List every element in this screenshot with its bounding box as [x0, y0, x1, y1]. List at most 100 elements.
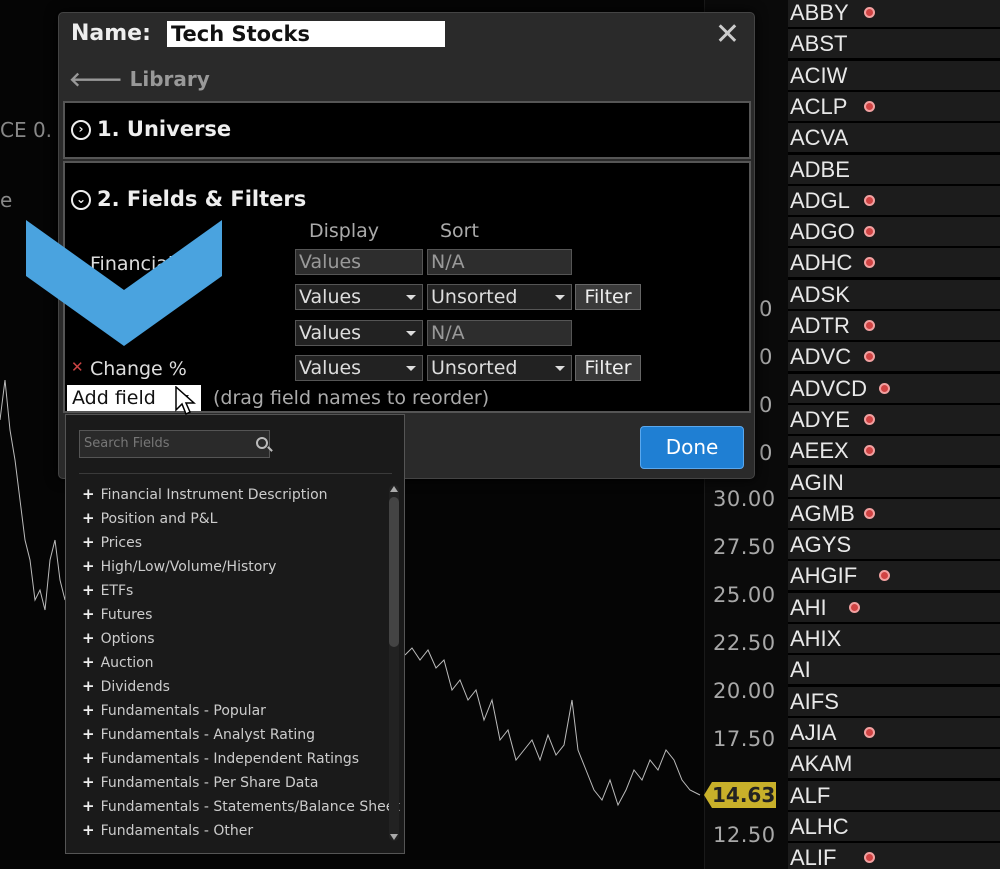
chart-menu-fragment: e: [0, 188, 13, 212]
symbol-row[interactable]: ADYE: [788, 404, 1000, 434]
field-category-item[interactable]: + Position and P&L: [82, 509, 218, 527]
symbol-row[interactable]: ACIW: [788, 60, 1000, 90]
symbol-row[interactable]: AJIA: [788, 717, 1000, 747]
collapse-icon: ⌄: [71, 190, 91, 210]
library-link[interactable]: 🡐 Library: [69, 67, 210, 91]
field-category-label: Position and P&L: [100, 511, 218, 527]
expand-plus-icon: +: [82, 701, 95, 719]
price-tick: 30.00: [713, 487, 776, 511]
symbol-list[interactable]: ABBY ABST ACIW ACLP ACVA ADBE ADGL ADGO ADHC ADSK…: [788, 0, 1000, 869]
symbol-row[interactable]: ALF: [788, 780, 1000, 810]
universe-section[interactable]: › 1. Universe: [63, 101, 751, 159]
news-indicator-icon[interactable]: [864, 226, 875, 238]
news-indicator-icon[interactable]: [864, 413, 875, 425]
sort-select-value: Unsorted: [431, 357, 518, 379]
news-indicator-icon[interactable]: [864, 100, 875, 112]
sort-select[interactable]: Unsorted: [427, 355, 572, 381]
field-category-item[interactable]: + High/Low/Volume/History: [82, 557, 276, 575]
filter-button[interactable]: Filter: [575, 355, 641, 381]
search-placeholder: Search Fields: [84, 436, 170, 451]
symbol-row[interactable]: AEEX: [788, 436, 1000, 466]
symbol-row[interactable]: AGIN: [788, 467, 1000, 497]
field-category-item[interactable]: + Auction: [82, 653, 154, 671]
symbol-ticker: ACLP: [790, 93, 848, 119]
field-category-item[interactable]: + Fundamentals - Popular: [82, 701, 266, 719]
field-category-item[interactable]: + Fundamentals - Independent Ratings: [82, 749, 359, 767]
symbol-ticker: ADSK: [790, 281, 850, 307]
remove-field-icon[interactable]: ✕: [71, 358, 84, 376]
scroll-up-icon[interactable]: [390, 486, 398, 492]
back-arrow-icon: 🡐: [69, 67, 123, 91]
news-indicator-icon[interactable]: [864, 257, 875, 269]
symbol-ticker: ABST: [790, 31, 848, 57]
news-indicator-icon[interactable]: [864, 726, 875, 738]
news-indicator-icon[interactable]: [879, 570, 890, 582]
symbol-row[interactable]: ADSK: [788, 279, 1000, 309]
filter-button[interactable]: Filter: [575, 284, 641, 310]
news-indicator-icon[interactable]: [864, 445, 875, 457]
field-category-item[interactable]: + Futures: [82, 605, 152, 623]
field-category-label: Fundamentals - Analyst Rating: [100, 727, 315, 743]
news-indicator-icon[interactable]: [864, 351, 875, 363]
symbol-row[interactable]: ADGL: [788, 185, 1000, 215]
symbol-row[interactable]: AKAM: [788, 749, 1000, 779]
symbol-row[interactable]: AGMB: [788, 498, 1000, 528]
display-select[interactable]: Values: [295, 320, 423, 346]
close-icon[interactable]: ✕: [715, 17, 740, 52]
drag-hint: (drag field names to reorder): [213, 387, 490, 409]
field-category-item[interactable]: + Prices: [82, 533, 142, 551]
symbol-row[interactable]: AHGIF: [788, 561, 1000, 591]
symbol-row[interactable]: ADGO: [788, 217, 1000, 247]
search-fields-input[interactable]: Search Fields: [79, 430, 270, 458]
display-select: Values: [295, 249, 423, 275]
news-indicator-icon[interactable]: [849, 601, 860, 613]
field-category-label: Fundamentals - Per Share Data: [100, 775, 319, 791]
symbol-row[interactable]: ACVA: [788, 123, 1000, 153]
chevron-down-icon: [406, 295, 416, 300]
symbol-row[interactable]: ALHC: [788, 811, 1000, 841]
news-indicator-icon[interactable]: [864, 194, 875, 206]
symbol-row[interactable]: ALIF: [788, 843, 1000, 869]
fields-header[interactable]: ⌄ 2. Fields & Filters: [71, 187, 306, 211]
name-input[interactable]: Tech Stocks: [167, 21, 445, 47]
field-category-item[interactable]: + Options: [82, 629, 155, 647]
field-category-item[interactable]: + Financial Instrument Description: [82, 485, 328, 503]
symbol-row[interactable]: ADTR: [788, 311, 1000, 340]
symbol-row[interactable]: AHI: [788, 592, 1000, 622]
scrollbar-thumb[interactable]: [389, 497, 399, 647]
news-indicator-icon[interactable]: [864, 852, 875, 864]
symbol-row[interactable]: AGYS: [788, 530, 1000, 560]
symbol-row[interactable]: ABBY: [788, 0, 1000, 27]
scrollbar[interactable]: [389, 485, 399, 841]
field-category-item[interactable]: + Fundamentals - Statements/Balance Sheet: [82, 797, 400, 815]
symbol-row[interactable]: AI: [788, 655, 1000, 685]
price-tick: 0: [759, 297, 773, 321]
symbol-row[interactable]: ADHC: [788, 248, 1000, 278]
universe-header[interactable]: › 1. Universe: [71, 117, 231, 141]
field-category-item[interactable]: + Fundamentals - Analyst Rating: [82, 725, 315, 743]
symbol-row[interactable]: ADVCD: [788, 373, 1000, 403]
symbol-row[interactable]: ADBE: [788, 154, 1000, 184]
field-category-item[interactable]: + Fundamentals - Other: [82, 821, 253, 839]
symbol-row[interactable]: ACLP: [788, 91, 1000, 121]
news-indicator-icon[interactable]: [864, 7, 875, 18]
display-select[interactable]: Values: [295, 355, 423, 381]
symbol-row[interactable]: ABST: [788, 29, 1000, 59]
display-select[interactable]: Values: [295, 284, 423, 310]
symbol-row[interactable]: ADVC: [788, 342, 1000, 372]
symbol-row[interactable]: AIFS: [788, 686, 1000, 716]
scroll-down-icon[interactable]: [390, 834, 398, 840]
sort-select[interactable]: Unsorted: [427, 284, 572, 310]
search-icon[interactable]: [256, 437, 268, 449]
news-indicator-icon[interactable]: [864, 320, 875, 331]
field-category-item[interactable]: + ETFs: [82, 581, 133, 599]
field-category-item[interactable]: + Dividends: [82, 677, 170, 695]
done-button[interactable]: Done: [640, 426, 744, 469]
field-category-label: ETFs: [100, 583, 134, 599]
symbol-row[interactable]: AHIX: [788, 624, 1000, 653]
price-tick: 25.00: [713, 583, 776, 607]
field-category-item[interactable]: + Fundamentals - Per Share Data: [82, 773, 318, 791]
news-indicator-icon[interactable]: [879, 382, 890, 394]
news-indicator-icon[interactable]: [864, 507, 875, 519]
field-name[interactable]: Change %: [90, 358, 187, 380]
